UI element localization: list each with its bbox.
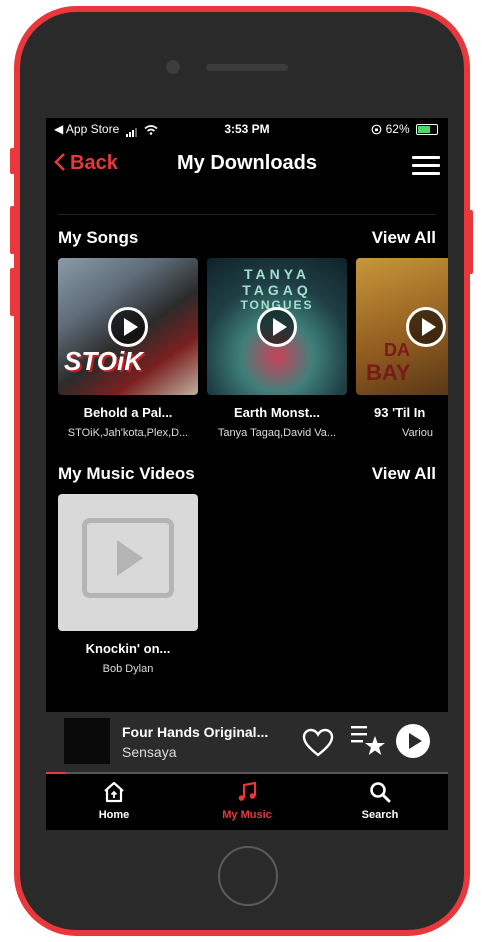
volume-up-button — [10, 206, 15, 254]
video-card[interactable]: Knockin' on... Bob Dylan — [58, 494, 198, 675]
status-bar: ◀ App Store 3:53 PM 62% — [46, 118, 448, 140]
album-art-text: TAGAQ — [242, 282, 312, 298]
tab-home-label: Home — [98, 809, 130, 821]
tab-my-music-label: My Music — [222, 809, 272, 821]
tab-search-label: Search — [361, 809, 399, 821]
album-art: DA BAY — [356, 258, 448, 395]
earpiece-speaker — [206, 64, 288, 71]
videos-view-all-link[interactable]: View All — [372, 464, 436, 484]
song-card[interactable]: STOiK Behold a Pal... STOiK,Jah'kota,Ple… — [58, 258, 198, 439]
page-title: My Downloads — [176, 152, 317, 174]
status-right: 62% — [371, 122, 438, 136]
home-button[interactable] — [218, 846, 278, 906]
tab-search[interactable]: Search — [330, 780, 430, 821]
songs-section-title: My Songs — [58, 228, 139, 247]
play-icon[interactable] — [257, 306, 297, 347]
play-icon[interactable] — [108, 306, 148, 347]
song-card[interactable]: DA BAY 93 'Til In Variou — [356, 258, 448, 439]
videos-section-title: My Music Videos — [58, 464, 195, 483]
tab-bar: Home My Music Search — [46, 774, 448, 830]
album-art: STOiK — [58, 258, 198, 395]
app-screen: ◀ App Store 3:53 PM 62% Back My Download… — [46, 118, 448, 830]
home-icon — [104, 781, 124, 803]
song-title: Earth Monst... — [234, 405, 320, 420]
tab-my-music[interactable]: My Music — [197, 780, 297, 821]
mini-player[interactable]: Four Hands Original... Sensaya — [46, 712, 448, 774]
now-playing-art — [64, 718, 110, 764]
heart-icon[interactable] — [302, 728, 334, 758]
play-icon[interactable] — [406, 306, 446, 347]
front-camera — [166, 60, 180, 74]
album-art-text: STOiK — [64, 346, 143, 376]
now-playing-title: Four Hands Original... — [122, 724, 269, 740]
song-artist: STOiK,Jah'kota,Plex,D... — [67, 427, 189, 439]
tab-home[interactable]: Home — [64, 780, 164, 821]
song-artist: Tanya Tagaq,David Va... — [217, 427, 337, 439]
songs-view-all-link[interactable]: View All — [372, 228, 436, 248]
hamburger-menu-icon[interactable] — [412, 156, 440, 180]
song-artist: Variou — [402, 427, 433, 439]
power-button — [468, 210, 473, 274]
battery-percent: 62% — [385, 122, 410, 136]
orientation-lock-icon — [371, 124, 382, 135]
nav-bar: Back My Downloads — [46, 142, 448, 188]
video-thumbnail — [58, 494, 198, 631]
album-art-text: DA — [384, 340, 410, 360]
video-placeholder-icon — [82, 518, 174, 598]
volume-down-button — [10, 268, 15, 316]
album-art: TANYA TAGAQ TONGUES — [207, 258, 347, 395]
music-note-icon — [238, 781, 257, 801]
queue-add-icon[interactable] — [351, 724, 385, 756]
album-art-text: TANYA — [244, 266, 310, 282]
video-title: Knockin' on... — [85, 641, 171, 656]
header-divider — [58, 214, 436, 215]
album-art-text: BAY — [366, 360, 411, 385]
mute-switch — [10, 148, 15, 174]
song-title: Behold a Pal... — [83, 405, 173, 420]
video-artist: Bob Dylan — [102, 663, 154, 675]
play-circle-icon[interactable] — [396, 724, 430, 758]
search-icon — [370, 782, 391, 803]
song-card[interactable]: TANYA TAGAQ TONGUES Earth Monst... Tanya… — [207, 258, 347, 439]
battery-icon — [416, 124, 438, 136]
song-title: 93 'Til In — [374, 405, 426, 420]
now-playing-artist: Sensaya — [122, 744, 177, 760]
